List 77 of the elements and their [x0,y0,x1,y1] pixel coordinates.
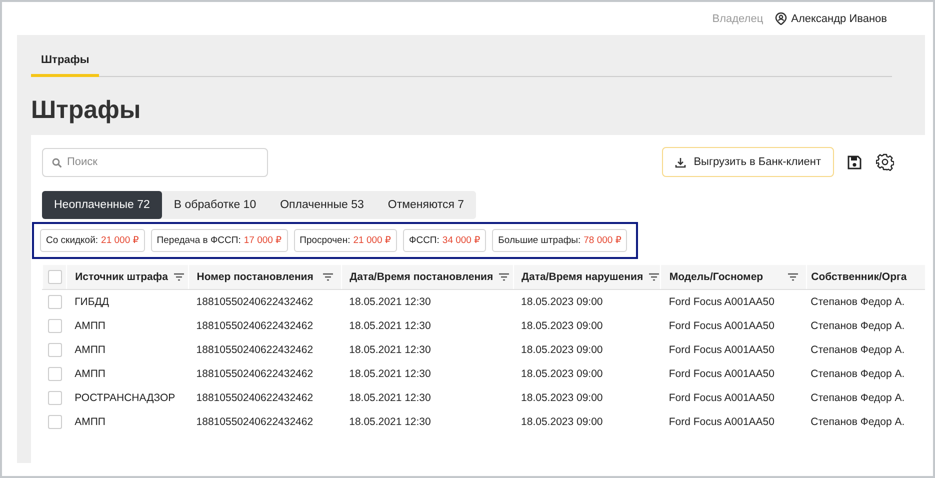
table-cell: АМПП [74,320,106,332]
filter-icon[interactable] [499,273,510,281]
chip-amount: 21 000 ₽ [353,235,391,246]
table-cell: Степанов Федор А. [810,344,905,356]
table-cell: ГИБДД [74,296,109,308]
search-field[interactable]: Поиск [42,148,268,176]
filter-icon[interactable] [322,273,333,281]
table-cell: 18.05.2021 12:30 [349,368,431,380]
table-cell: 18.05.2021 12:30 [349,392,431,404]
table-cell: 18.05.2021 12:30 [349,344,431,356]
table-cell: 18810550240622432462 [196,392,314,404]
table-cell: 18.05.2023 09:00 [521,416,603,428]
filter-icon[interactable] [788,273,798,281]
checkbox[interactable] [48,343,62,357]
table-cell: 18810550240622432462 [196,416,314,428]
checkbox[interactable] [48,295,62,309]
table-cell: 18.05.2023 09:00 [521,320,603,332]
table-cell: Ford Focus A001AA50 [668,392,774,404]
table-cell: 18810550240622432462 [196,344,314,356]
table-cell: Ford Focus A001AA50 [668,320,774,332]
page-title: Штрафы [31,96,142,125]
checkbox[interactable] [48,367,62,381]
table-cell: АМПП [74,416,106,428]
checkbox[interactable] [48,319,62,333]
table-cell: 18810550240622432462 [196,320,314,332]
table-cell: Ford Focus A001AA50 [668,416,774,428]
chip-amount: 17 000 ₽ [244,235,282,246]
table-cell: 18810550240622432462 [196,296,314,308]
table-cell: 18.05.2023 09:00 [521,296,603,308]
table-cell: Ford Focus A001AA50 [668,368,774,380]
chip-amount: 21 000 ₽ [101,235,139,246]
chip-amount: 78 000 ₽ [584,235,622,246]
user-menu[interactable]: Александр Иванов [775,12,887,25]
table-cell: 18810550240622432462 [196,368,314,380]
table-cell: АМПП [74,344,106,356]
filter-icon[interactable] [649,273,660,281]
page-tab[interactable]: Штрафы [31,49,100,77]
status-tab[interactable]: Отменяются 7 [376,191,476,219]
summary-chip[interactable]: ФССП: 34 000 ₽ [402,229,486,252]
summary-chip[interactable]: Большие штрафы: 78 000 ₽ [492,229,628,252]
table-cell: Степанов Федор А. [810,296,905,308]
status-tab[interactable]: Оплаченные 53 [268,191,376,219]
table-cell: Степанов Федор А. [810,392,905,404]
table-cell: Степанов Федор А. [810,320,905,332]
table-cell: 18.05.2021 12:30 [349,320,431,332]
table-cell: РОСТРАНСНАДЗОР [74,392,176,404]
table-cell: 18.05.2021 12:30 [349,296,431,308]
checkbox[interactable] [48,391,62,405]
user-pin-icon [775,12,788,25]
chip-label: Со скидкой: [46,235,98,246]
table-cell: Ford Focus A001AA50 [668,344,774,356]
table-cell: Степанов Федор А. [810,368,905,380]
table-cell: 18.05.2023 09:00 [521,368,603,380]
table-cell: АМПП [74,368,106,380]
table-cell: Степанов Федор А. [810,416,905,428]
chip-amount: 34 000 ₽ [442,235,480,246]
table-cell: 18.05.2023 09:00 [521,344,603,356]
chip-label: Передача в ФССП: [156,235,241,246]
checkbox[interactable] [48,270,62,284]
chip-label: Большие штрафы: [498,235,581,246]
filter-icon[interactable] [174,273,184,281]
settings-icon[interactable] [876,153,894,171]
checkbox[interactable] [48,415,62,429]
table-cell: Ford Focus A001AA50 [668,296,774,308]
download-icon [674,156,686,168]
export-button[interactable]: Выгрузить в Банк-клиент [662,147,834,177]
summary-chip[interactable]: Со скидкой: 21 000 ₽ [40,229,145,252]
user-role: Владелец [712,12,764,24]
chip-label: ФССП: [408,235,440,246]
status-tab[interactable]: В обработке 10 [162,191,268,219]
save-icon[interactable] [847,154,862,170]
status-tab[interactable]: Неоплаченные 72 [42,191,162,219]
summary-chip[interactable]: Передача в ФССП: 17 000 ₽ [150,229,288,252]
chip-label: Просрочен: [300,235,350,246]
summary-chip[interactable]: Просрочен: 21 000 ₽ [294,229,397,252]
table-cell: 18.05.2023 09:00 [521,392,603,404]
table-cell: 18.05.2021 12:30 [349,416,431,428]
